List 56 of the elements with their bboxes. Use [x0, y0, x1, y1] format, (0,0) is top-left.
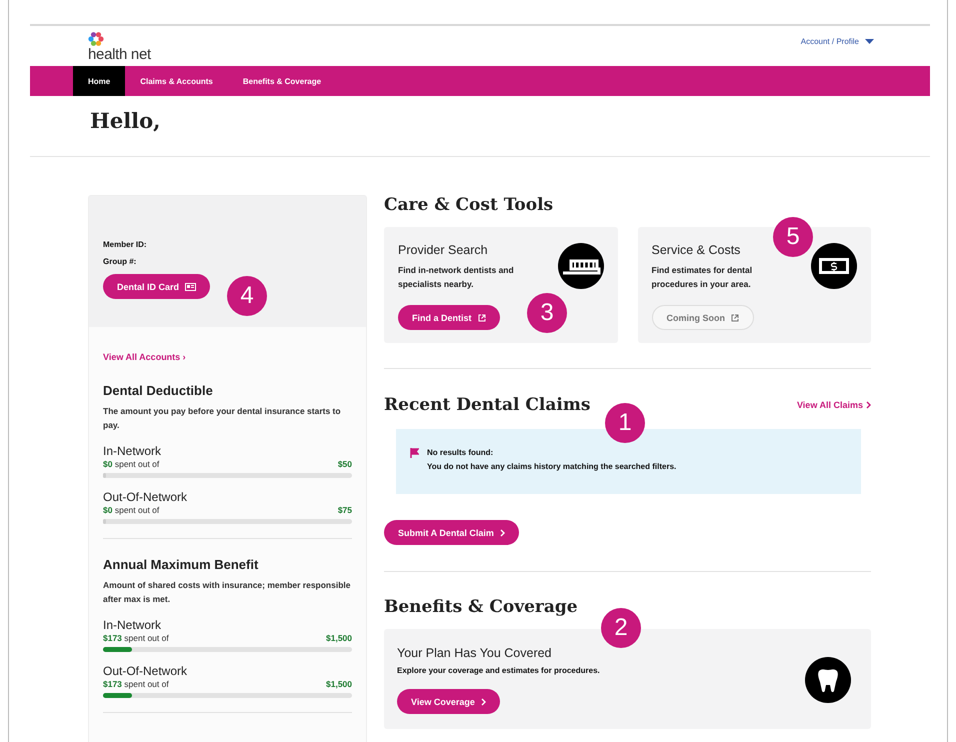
- card-description: Find estimates for dental procedures in your area.: [652, 264, 754, 291]
- network-label: Out-Of-Network: [103, 664, 188, 678]
- tooth-icon: [805, 657, 851, 703]
- external-link-icon: [731, 314, 739, 322]
- greeting: Hello,: [30, 96, 930, 157]
- external-link-icon: [478, 314, 486, 322]
- caret-down-icon: [865, 39, 874, 44]
- section-title: Annual Maximum Benefit: [103, 557, 260, 572]
- logo-text: health net: [88, 47, 151, 62]
- network-label: In-Network: [103, 618, 162, 632]
- total-amount: $50: [338, 459, 352, 469]
- card-title: Your Plan Has You Covered: [397, 646, 553, 660]
- money-icon: [811, 243, 857, 289]
- card-title: Service & Costs: [652, 243, 742, 257]
- section-title: Dental Deductible: [103, 383, 214, 398]
- section-heading: Benefits & Coverage: [384, 597, 579, 617]
- chevron-right-icon: [866, 401, 871, 409]
- nav-tab[interactable]: Home: [73, 66, 126, 96]
- card-description: Find in-network dentists and specialists nearby.: [398, 264, 515, 291]
- callout-number: 1: [605, 403, 645, 443]
- section-description: Amount of shared costs with insurance; member responsible after max is met.: [103, 579, 352, 606]
- spent-text: $173 spent out of: [103, 679, 169, 689]
- notice-text: You do not have any claims history matching the searched filters.: [427, 462, 676, 471]
- find-dentist-button[interactable]: Find a Dentist: [398, 305, 500, 330]
- total-amount: $1,500: [326, 679, 352, 689]
- chevron-right-icon: [480, 698, 486, 706]
- view-coverage-button[interactable]: View Coverage: [397, 689, 500, 714]
- card-description: Explore your coverage and estimates for procedures.: [397, 666, 600, 675]
- notice-title: No results found:: [427, 448, 494, 457]
- view-all-accounts-link[interactable]: View All Accounts ›: [103, 352, 186, 362]
- callout-number: 2: [601, 608, 641, 648]
- spent-text: $0 spent out of: [103, 505, 160, 515]
- total-amount: $1,500: [326, 633, 352, 643]
- chevron-right-icon: [500, 528, 505, 536]
- flower-logo-icon: [88, 31, 104, 47]
- network-label: Out-Of-Network: [103, 490, 188, 504]
- spent-text: $173 spent out of: [103, 633, 169, 643]
- network-label: In-Network: [103, 444, 162, 458]
- member-id-label: Member ID:: [103, 240, 148, 249]
- section-heading: Care & Cost Tools: [384, 195, 554, 215]
- view-all-claims-link[interactable]: View All Claims: [796, 400, 871, 410]
- section-description: The amount you pay before your dental insurance starts to pay.: [103, 405, 342, 432]
- section-heading: Recent Dental Claims: [384, 395, 590, 415]
- nav-tab[interactable]: Claims & Accounts: [125, 66, 228, 96]
- id-card-icon: [185, 282, 196, 290]
- callout-number: 5: [773, 217, 813, 257]
- spent-text: $0 spent out of: [103, 459, 160, 469]
- group-label: Group #:: [103, 257, 138, 266]
- toothbrush-icon: [558, 243, 604, 289]
- card-title: Provider Search: [398, 243, 489, 257]
- account-menu[interactable]: Account / Profile: [800, 37, 874, 46]
- submit-claim-button[interactable]: Submit A Dental Claim: [384, 520, 519, 545]
- flag-icon: [410, 448, 419, 458]
- total-amount: $75: [338, 505, 352, 515]
- nav-tab[interactable]: Benefits & Coverage: [228, 66, 336, 96]
- dental-id-card-button[interactable]: Dental ID Card: [103, 274, 210, 299]
